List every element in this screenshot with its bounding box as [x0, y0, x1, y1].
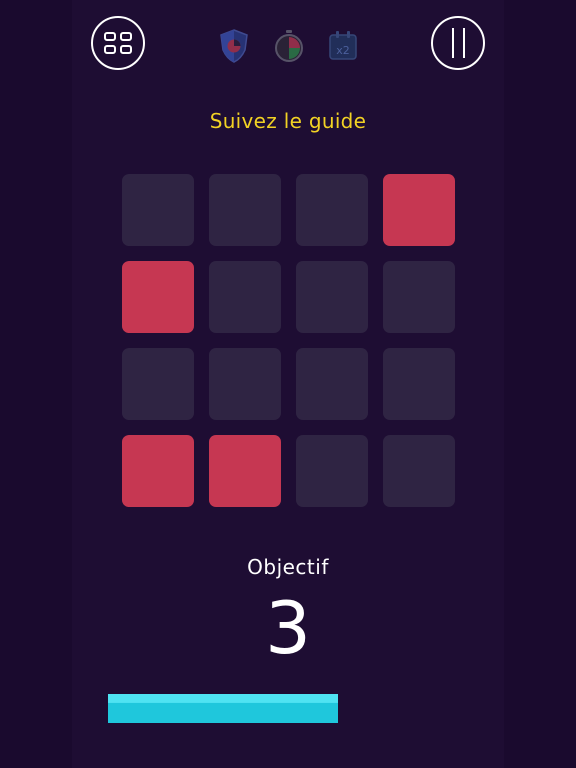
stopwatch-icon[interactable] — [273, 28, 305, 64]
pause-icon — [451, 28, 465, 58]
game-board — [122, 174, 455, 507]
objective-label: Objectif — [247, 555, 329, 579]
calendar-x2-icon[interactable]: x2 — [327, 28, 359, 64]
tile-r0-c0[interactable] — [122, 174, 194, 246]
menu-button[interactable] — [91, 16, 145, 70]
tile-r2-c1[interactable] — [209, 348, 281, 420]
progress-bar — [108, 694, 468, 723]
instruction-text: Suivez le guide — [209, 109, 367, 133]
objective-value: 3 — [265, 586, 311, 670]
tile-r2-c2[interactable] — [296, 348, 368, 420]
tile-r3-c1[interactable] — [209, 435, 281, 507]
tile-r2-c0[interactable] — [122, 348, 194, 420]
tile-r0-c2[interactable] — [296, 174, 368, 246]
shield-icon[interactable] — [218, 28, 250, 64]
tile-r3-c0[interactable] — [122, 435, 194, 507]
tile-r0-c3[interactable] — [383, 174, 455, 246]
grid-icon — [104, 32, 132, 54]
tile-r3-c3[interactable] — [383, 435, 455, 507]
tile-r0-c1[interactable] — [209, 174, 281, 246]
tile-r3-c2[interactable] — [296, 435, 368, 507]
tile-r2-c3[interactable] — [383, 348, 455, 420]
double-label: x2 — [336, 44, 350, 57]
tile-r1-c2[interactable] — [296, 261, 368, 333]
tile-r1-c0[interactable] — [122, 261, 194, 333]
powerup-bar: x2 — [216, 28, 360, 64]
pause-button[interactable] — [431, 16, 485, 70]
tile-r1-c3[interactable] — [383, 261, 455, 333]
tile-r1-c1[interactable] — [209, 261, 281, 333]
progress-fill — [108, 694, 339, 723]
